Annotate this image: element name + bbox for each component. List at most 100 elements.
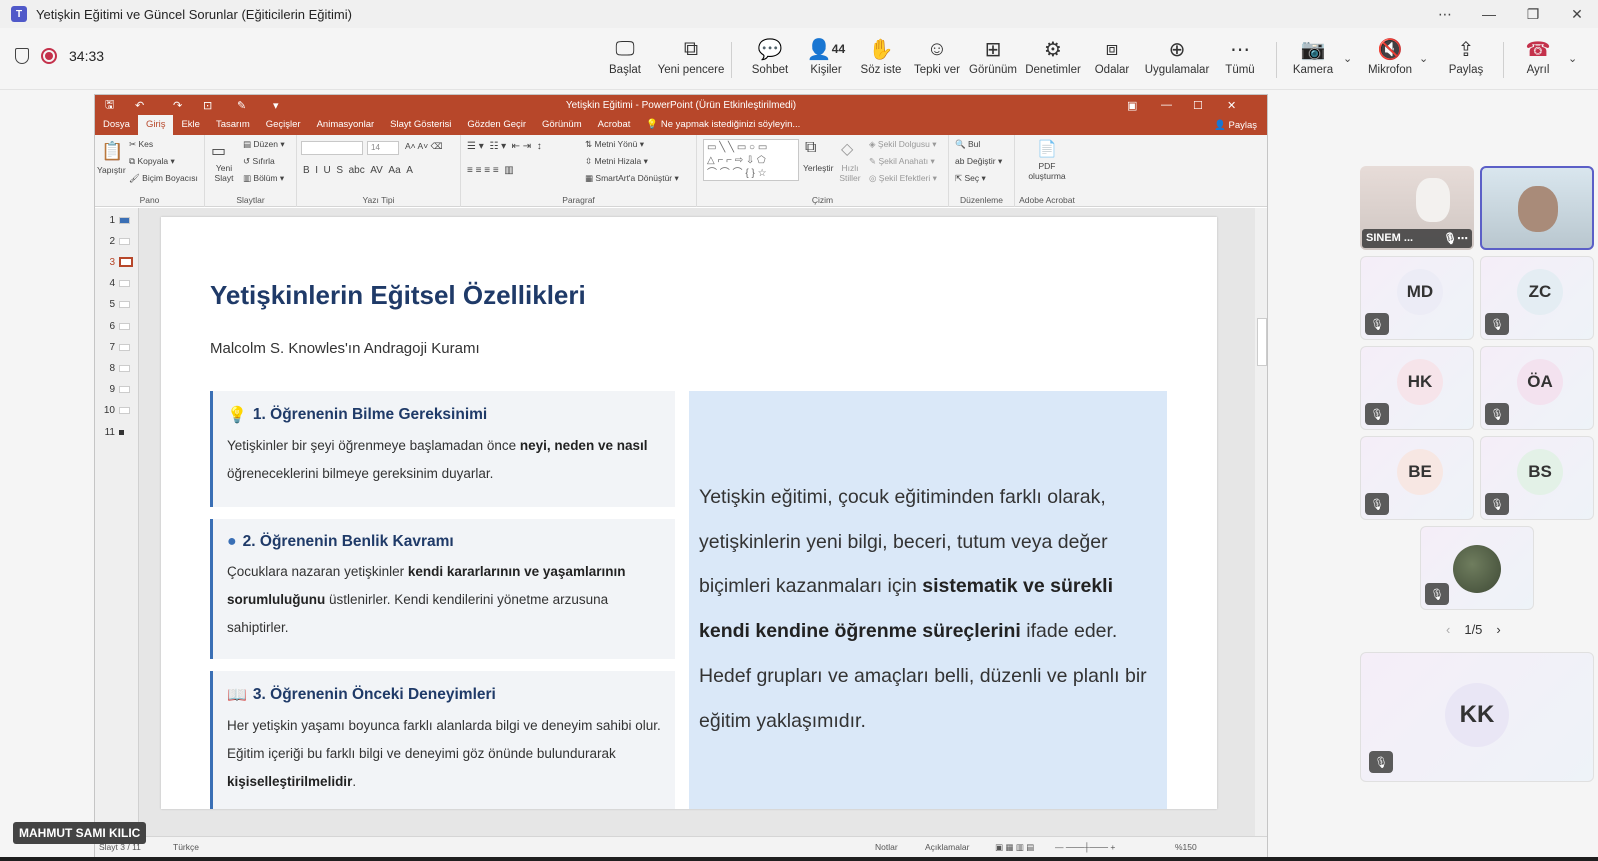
text-direction-button[interactable]: ⇅ Metni Yönü ▾ <box>585 139 644 150</box>
paste-icon[interactable]: 📋 <box>101 141 123 162</box>
slide-thumb[interactable]: 10 <box>95 401 139 419</box>
mic-options-chevron-icon[interactable]: ⌄ <box>1419 52 1428 65</box>
select-button[interactable]: ⇱ Seç ▾ <box>955 173 986 184</box>
shape-outline-button[interactable]: ✎ Şekil Anahatı ▾ <box>869 156 935 167</box>
paste-button[interactable]: Yapıştır <box>97 165 126 175</box>
replace-button[interactable]: ab Değiştir ▾ <box>955 156 1002 167</box>
tab-gecisler[interactable]: Geçişler <box>258 115 309 135</box>
slide-thumb[interactable]: 5 <box>95 295 139 313</box>
slide-thumb[interactable]: 9 <box>95 380 139 398</box>
copy-button[interactable]: ⧉ Kopyala ▾ <box>129 156 175 167</box>
slide-thumb[interactable]: 7 <box>95 338 139 356</box>
ppt-maximize-icon[interactable]: ☐ <box>1193 99 1203 112</box>
leave-options-chevron-icon[interactable]: ⌄ <box>1568 52 1577 65</box>
ppt-share-button[interactable]: 👤 Paylaş <box>1214 120 1257 131</box>
participant-tile-zc[interactable]: ZC 🎙 <box>1480 256 1594 340</box>
font-name-input[interactable] <box>301 141 363 155</box>
view-mode-icons[interactable]: ▣ ▦ ▥ ▤ <box>995 842 1034 853</box>
tab-acrobat[interactable]: Acrobat <box>590 115 639 135</box>
zoom-level[interactable]: %150 <box>1175 842 1197 852</box>
shapes-gallery[interactable]: ▭ ╲ ╲ ▭ ○ ▭ △ ⌐ ⌐ ⇨ ⇩ ⬠ ⌒ ⌒ ⌒ { } ☆ <box>703 139 799 181</box>
start-button[interactable]: 🖵 Başlat <box>601 36 649 84</box>
font-size-input[interactable]: 14 <box>367 141 399 155</box>
view-button[interactable]: ⊞ Görünüm <box>968 36 1018 84</box>
font-style-buttons[interactable]: B I U S abc AV Aa A <box>303 165 413 176</box>
pager-prev-icon[interactable]: ‹ <box>1446 622 1450 637</box>
mic-button[interactable]: 🔇 Mikrofon <box>1364 36 1416 84</box>
tab-gozden-gecir[interactable]: Gözden Geçir <box>459 115 534 135</box>
notes-toggle[interactable]: Notlar <box>875 842 898 852</box>
slide-thumb[interactable]: 11 <box>95 423 139 441</box>
participant-tile-hk[interactable]: HK 🎙 <box>1360 346 1474 430</box>
arrange-icon[interactable]: ⧉ <box>805 139 816 157</box>
ribbon-display-icon[interactable]: ▣ <box>1127 99 1137 112</box>
participant-tile-bs[interactable]: BS 🎙 <box>1480 436 1594 520</box>
slide-thumb[interactable]: 8 <box>95 359 139 377</box>
controls-button[interactable]: ⚙ Denetimler <box>1025 36 1081 84</box>
participant-tile-kk[interactable]: KK 🎙 <box>1360 652 1594 782</box>
tell-me-box[interactable]: 💡 Ne yapmak istediğinizi söyleyin... <box>638 115 808 135</box>
font-grow-shrink-icons[interactable]: A˄ A˅ ⌫ <box>405 141 443 152</box>
ppt-close-icon[interactable]: ✕ <box>1227 99 1236 112</box>
comments-toggle[interactable]: Açıklamalar <box>925 842 969 852</box>
minimize-button[interactable]: — <box>1468 0 1510 28</box>
slide-vertical-scrollbar[interactable] <box>1255 208 1267 838</box>
tab-gorunum[interactable]: Görünüm <box>534 115 590 135</box>
more-button[interactable]: ⋯ Tümü <box>1221 36 1259 84</box>
slide-thumb-selected[interactable]: 3 <box>95 253 139 271</box>
more-options-icon[interactable]: ⋯ <box>1424 0 1466 28</box>
new-slide-button[interactable]: Yeni Slayt <box>211 163 237 183</box>
layout-button[interactable]: ▤ Düzen ▾ <box>243 139 285 150</box>
participant-tile-md[interactable]: MD 🎙 <box>1360 256 1474 340</box>
tab-giris[interactable]: Giriş <box>137 115 174 135</box>
close-button[interactable]: ✕ <box>1556 0 1598 28</box>
zoom-slider[interactable]: — ───┼─── + <box>1055 842 1115 852</box>
tab-dosya[interactable]: Dosya <box>95 115 138 135</box>
quick-styles-icon[interactable]: ◇ <box>841 139 853 159</box>
apps-button[interactable]: ⊕ Uygulamalar <box>1145 36 1210 84</box>
participant-tile-active-speaker[interactable] <box>1480 166 1594 250</box>
slide-thumb[interactable]: 6 <box>95 317 139 335</box>
slide-thumb[interactable]: 2 <box>95 232 139 250</box>
tab-slayt-gosterisi[interactable]: Slayt Gösterisi <box>382 115 459 135</box>
share-button[interactable]: ⇪ Paylaş <box>1446 36 1486 84</box>
ppt-minimize-icon[interactable]: — <box>1161 99 1172 111</box>
participant-tile-oa[interactable]: ÖA 🎙 <box>1480 346 1594 430</box>
smartart-button[interactable]: ▦ SmartArt'a Dönüştür ▾ <box>585 173 679 184</box>
camera-options-chevron-icon[interactable]: ⌄ <box>1343 52 1352 65</box>
quick-styles-button[interactable]: Hızlı Stiller <box>837 163 863 183</box>
react-button[interactable]: ☺ Tepki ver <box>914 36 960 84</box>
chat-button[interactable]: 💬 Sohbet <box>748 36 792 84</box>
cut-button[interactable]: ✂ Kes <box>129 139 153 150</box>
pdf-icon[interactable]: 📄 <box>1037 139 1057 159</box>
align-text-button[interactable]: ⇳ Metni Hizala ▾ <box>585 156 648 167</box>
tab-tasarim[interactable]: Tasarım <box>208 115 258 135</box>
tab-animasyonlar[interactable]: Animasyonlar <box>309 115 383 135</box>
participant-tile-be[interactable]: BE 🎙 <box>1360 436 1474 520</box>
language-indicator[interactable]: Türkçe <box>173 842 199 852</box>
create-pdf-button[interactable]: PDF oluşturma <box>1019 161 1075 181</box>
shape-effects-button[interactable]: ◎ Şekil Efektleri ▾ <box>869 173 937 184</box>
leave-button[interactable]: ☎ Ayrıl <box>1518 36 1558 84</box>
pager-next-icon[interactable]: › <box>1496 622 1500 637</box>
slide-canvas[interactable]: Yetişkinlerin Eğitsel Özellikleri Malcol… <box>161 217 1217 809</box>
new-window-button[interactable]: ⧉ Yeni pencere <box>655 36 727 84</box>
participant-tile-sinem[interactable]: SINEM ... 🎙⋯ <box>1360 166 1474 250</box>
slide-thumb[interactable]: 4 <box>95 274 139 292</box>
format-painter-button[interactable]: 🖌 Biçim Boyacısı <box>129 173 198 184</box>
tab-ekle[interactable]: Ekle <box>173 115 207 135</box>
find-button[interactable]: 🔍 Bul <box>955 139 980 150</box>
scrollbar-thumb[interactable] <box>1257 318 1267 366</box>
participant-tile-photo[interactable]: 🎙 <box>1420 526 1534 610</box>
section-button[interactable]: ▥ Bölüm ▾ <box>243 173 284 184</box>
rooms-button[interactable]: ⧈ Odalar <box>1092 36 1132 84</box>
shape-fill-button[interactable]: ◈ Şekil Dolgusu ▾ <box>869 139 937 150</box>
raise-hand-button[interactable]: ✋ Söz iste <box>858 36 904 84</box>
restore-button[interactable]: ❐ <box>1512 0 1554 28</box>
slide-thumb[interactable]: 1 <box>95 211 139 229</box>
arrange-button[interactable]: Yerleştir <box>803 163 833 173</box>
people-button[interactable]: 👤 44 Kişiler <box>804 36 848 84</box>
camera-button[interactable]: 📷 Kamera <box>1290 36 1336 84</box>
new-slide-icon[interactable]: ▭ <box>211 141 226 161</box>
reset-button[interactable]: ↺ Sıfırla <box>243 156 275 167</box>
